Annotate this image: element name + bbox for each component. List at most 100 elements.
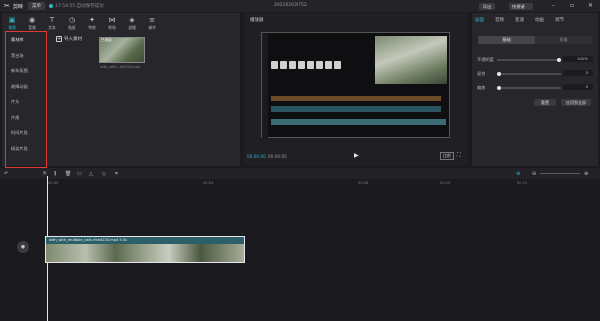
tool-audio-label: 音频 (28, 25, 36, 30)
app-logo-icon: ✂ (4, 1, 10, 10)
scale-value[interactable]: 0 (563, 83, 593, 90)
opacity-slider[interactable] (497, 57, 561, 62)
tool-audio[interactable]: ◉ 音频 (22, 13, 42, 33)
total-time: 00:00:05 (268, 154, 287, 159)
transition-icon: ⋈ (108, 16, 116, 24)
thumb-badge: 已添加 (101, 38, 112, 42)
segment-keying[interactable]: 抠像 (535, 36, 592, 44)
ruler-tick: 00:08 (358, 181, 369, 185)
preview-sticker-strip (271, 61, 361, 69)
scale-label: 缩放 (477, 85, 486, 90)
tool-text[interactable]: T 文本 (42, 13, 62, 33)
import-label: 导入素材 (64, 37, 82, 42)
opacity-knob[interactable] (557, 57, 561, 62)
zoom-out-icon[interactable]: ⊖ (532, 171, 536, 177)
sidebar-item-time[interactable]: 时间片段 (6, 125, 46, 141)
play-icon[interactable]: ▶ (354, 152, 359, 159)
blend-value[interactable]: 0 (563, 69, 593, 76)
tool-adjust[interactable]: ≡ 调节 (142, 13, 162, 33)
minimize-icon[interactable]: – (552, 2, 555, 10)
sidebar-item-black-white[interactable]: 黑白场 (6, 48, 46, 64)
material-sidebar: 素材库 黑白场 新年氛围 故障动画 片头 片尾 时间片段 搞笑片段 (5, 31, 47, 168)
adjust-icon: ≡ (149, 16, 155, 24)
preview-video-track (271, 119, 446, 125)
fullscreen-icon[interactable]: ⛶ (457, 152, 461, 158)
save-status: 17:54:55 自动保存成功 (55, 4, 104, 9)
ratio-button[interactable]: 比例 (440, 152, 454, 160)
ruler-tick: 00:04 (203, 181, 214, 185)
tool-effects[interactable]: ✦ 特效 (82, 13, 102, 33)
split-icon[interactable]: ⫼ (54, 171, 56, 177)
clip-frames (46, 244, 244, 262)
text-icon: T (49, 16, 55, 24)
menu-button[interactable]: 菜单 (28, 2, 46, 10)
sticker-icon: ◷ (68, 16, 76, 24)
preview-video-frame (375, 36, 447, 84)
preview-track (271, 106, 441, 112)
sidebar-item-outro[interactable]: 片尾 (6, 110, 46, 126)
ruler-tick: 00:00 (48, 181, 59, 185)
tab-animation[interactable]: 动画 (535, 17, 544, 23)
audio-icon: ◉ (28, 16, 36, 24)
shortcut-button[interactable]: 快捷键 (509, 2, 533, 10)
tab-speed[interactable]: 变速 (515, 17, 524, 23)
video-icon: ▣ (8, 16, 16, 24)
app-name: 剪映 (13, 3, 24, 10)
project-title: 20210203l752 (274, 3, 307, 8)
freeze-icon[interactable]: ▭ (77, 171, 82, 177)
blend-knob[interactable] (497, 71, 501, 76)
media-toolbar: ▣ 视频 ◉ 音频 T 文本 ◷ 贴纸 ✦ 特效 ⋈ 转场 ◈ 滤镜 ≡ 调节 (2, 13, 240, 33)
track-cover-button[interactable]: ◉ (17, 241, 29, 253)
tab-picture[interactable]: 画面 (475, 17, 484, 23)
tool-text-label: 文本 (48, 25, 56, 30)
tool-video[interactable]: ▣ 视频 (2, 13, 22, 33)
delete-icon[interactable]: 🗑 (65, 171, 71, 177)
sidebar-item-library[interactable]: 素材库 (6, 32, 46, 48)
sidebar-item-new-year[interactable]: 新年氛围 (6, 63, 46, 79)
maximize-icon[interactable]: ▫ (570, 2, 574, 10)
preview-canvas[interactable] (261, 32, 450, 139)
undo-icon[interactable]: ↶ (4, 171, 8, 177)
player-title: 播放器 (250, 18, 264, 23)
clip-label: with_with_multiple_cats.rfcbd234.mp4 5.0… (49, 238, 127, 242)
segment-basic[interactable]: 基础 (478, 36, 535, 44)
mirror-icon[interactable]: △ (89, 171, 93, 177)
save-status-icon (49, 4, 54, 8)
rotate-icon[interactable]: ◇ (102, 171, 106, 177)
preview-sidebar (262, 33, 268, 139)
import-button[interactable]: + 导入素材 (56, 36, 82, 42)
tool-filter[interactable]: ◈ 滤镜 (122, 13, 142, 33)
preview-audio-track (271, 96, 441, 101)
link-icon[interactable]: ⊕ (516, 171, 520, 177)
sidebar-item-funny[interactable]: 搞笑片段 (6, 141, 46, 157)
blend-label: 混合 (477, 71, 486, 76)
ruler-tick: 00:12 (517, 181, 528, 185)
opacity-label: 不透明度 (477, 57, 494, 62)
export-button[interactable]: 导出 (479, 2, 495, 10)
crop-icon[interactable]: ⌗ (115, 171, 118, 177)
tool-adjust-label: 调节 (148, 25, 156, 30)
zoom-slider[interactable] (540, 173, 580, 175)
properties-panel: 画面 音频 变速 动画 调节 基础 抠像 不透明度 100% 混合 0 缩放 0… (472, 13, 598, 166)
zoom-in-icon[interactable]: ⊕ (584, 171, 588, 177)
tool-sticker[interactable]: ◷ 贴纸 (62, 13, 82, 33)
opacity-value[interactable]: 100% (563, 55, 593, 62)
blend-slider[interactable] (497, 71, 561, 76)
apply-all-button[interactable]: 应用到全部 (561, 99, 591, 106)
tool-transition[interactable]: ⋈ 转场 (102, 13, 122, 33)
sidebar-item-intro[interactable]: 片头 (6, 94, 46, 110)
tab-audio[interactable]: 音频 (495, 17, 504, 23)
plus-icon: + (56, 36, 62, 42)
basic-keying-toggle: 基础 抠像 (478, 36, 592, 44)
tool-filter-label: 滤镜 (128, 25, 136, 30)
tool-transition-label: 转场 (108, 25, 116, 30)
tab-adjust[interactable]: 调节 (555, 17, 564, 23)
sidebar-item-glitch[interactable]: 故障动画 (6, 79, 46, 95)
tool-effects-label: 特效 (88, 25, 96, 30)
scale-knob[interactable] (497, 85, 501, 90)
video-clip[interactable]: with_with_multiple_cats.rfcbd234.mp4 5.0… (45, 236, 245, 263)
scale-slider[interactable] (497, 85, 561, 90)
reset-button[interactable]: 重置 (534, 99, 556, 106)
filter-icon: ◈ (129, 16, 135, 24)
close-icon[interactable]: ✕ (588, 2, 593, 10)
